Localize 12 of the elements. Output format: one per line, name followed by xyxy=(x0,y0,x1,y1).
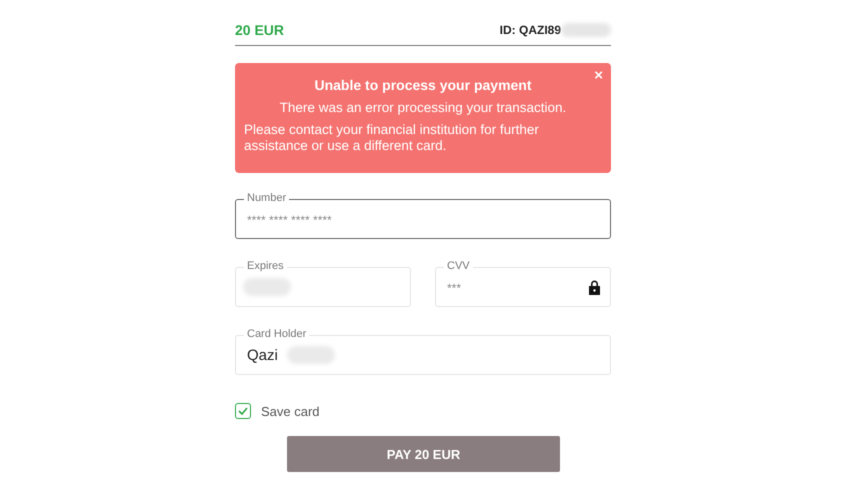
check-icon xyxy=(238,407,248,415)
checkbox-label: Save card xyxy=(261,404,320,418)
alert-title: Unable to process your payment xyxy=(313,77,533,93)
order-id: ID: QAZI89 xyxy=(500,23,561,37)
field-label: Expires xyxy=(244,260,287,273)
alert-detail: Please contact your financial institution for further assistance or use a different card. xyxy=(244,122,540,154)
alert-message: There was an error processing your transaction. xyxy=(278,100,568,115)
amount-text: 20 EUR xyxy=(235,22,284,38)
pay-button[interactable]: PAY 20 EUR xyxy=(287,436,560,472)
redaction-blur xyxy=(561,23,611,37)
save-card-checkbox[interactable] xyxy=(235,403,251,419)
close-button[interactable]: × xyxy=(594,67,603,84)
